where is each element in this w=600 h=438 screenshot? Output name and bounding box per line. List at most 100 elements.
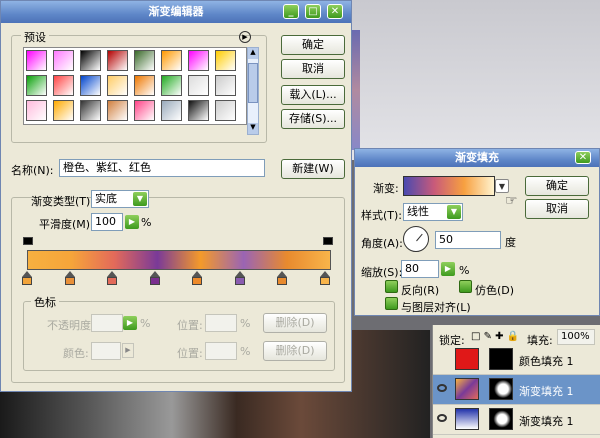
color-location-percent: % bbox=[240, 345, 251, 358]
color-label: 颜色: bbox=[63, 347, 89, 360]
cancel-button[interactable]: 取消 bbox=[281, 59, 345, 79]
scale-field[interactable]: 80 bbox=[401, 260, 439, 278]
style-value: 线性 bbox=[407, 205, 429, 218]
gradient-fill-close-button[interactable]: ✕ bbox=[575, 151, 591, 164]
gradient-dropdown-icon[interactable]: ▼ bbox=[495, 179, 509, 193]
opacity-location-label: 位置: bbox=[177, 319, 203, 332]
preset-swatch[interactable] bbox=[53, 100, 74, 121]
gradient-bar[interactable] bbox=[27, 250, 331, 270]
preset-swatch[interactable] bbox=[26, 50, 47, 71]
dither-label: 仿色(D) bbox=[475, 284, 515, 297]
scroll-up-icon[interactable]: ▲ bbox=[248, 48, 258, 59]
preset-swatch[interactable] bbox=[215, 75, 236, 96]
smoothness-arrow-icon[interactable]: ▶ bbox=[125, 215, 139, 229]
preset-swatch[interactable] bbox=[215, 100, 236, 121]
preset-swatch[interactable] bbox=[188, 100, 209, 121]
gradient-type-value: 实底 bbox=[95, 192, 117, 205]
maximize-button[interactable]: □ bbox=[305, 4, 321, 19]
opacity-field[interactable] bbox=[91, 314, 123, 332]
preset-swatch[interactable] bbox=[161, 75, 182, 96]
presets-label: 预设 bbox=[21, 29, 49, 45]
angle-label: 角度(A): bbox=[361, 237, 403, 250]
preset-swatch[interactable] bbox=[80, 100, 101, 121]
delete-color-stop-button[interactable]: 删除(D) bbox=[263, 341, 327, 361]
gradient-editor-titlebar[interactable]: 渐变编辑器 _ □ ✕ bbox=[1, 1, 351, 23]
scale-arrow-icon[interactable]: ▶ bbox=[441, 262, 455, 276]
gradient-type-select[interactable]: 实底 ▼ bbox=[91, 190, 149, 208]
eye-icon[interactable] bbox=[437, 414, 447, 422]
close-button[interactable]: ✕ bbox=[327, 4, 343, 19]
opacity-label: 不透明度: bbox=[47, 319, 95, 332]
minimize-button[interactable]: _ bbox=[283, 4, 299, 19]
dither-checkbox[interactable] bbox=[459, 280, 472, 293]
canvas-background bbox=[352, 0, 600, 160]
style-select[interactable]: 线性 ▼ bbox=[403, 203, 463, 221]
preset-swatch[interactable] bbox=[53, 50, 74, 71]
layer-row-gradient-fill-1[interactable]: 渐变填充 1 bbox=[433, 375, 600, 405]
scroll-thumb[interactable] bbox=[248, 63, 258, 103]
preset-swatch[interactable] bbox=[188, 75, 209, 96]
ok-button[interactable]: 确定 bbox=[281, 35, 345, 55]
presets-menu-icon[interactable]: ▶ bbox=[239, 31, 251, 43]
layer-thumb bbox=[455, 378, 479, 400]
load-button[interactable]: 载入(L)... bbox=[281, 85, 345, 105]
align-checkbox[interactable] bbox=[385, 297, 398, 310]
smoothness-percent: % bbox=[141, 216, 152, 229]
color-stop-group-label: 色标 bbox=[31, 294, 59, 310]
preset-swatch[interactable] bbox=[188, 50, 209, 71]
lock-icons[interactable]: □ ✎ ✚ 🔒 bbox=[471, 331, 519, 342]
color-location-label: 位置: bbox=[177, 347, 203, 360]
gradient-fill-titlebar[interactable]: 渐变填充 ✕ bbox=[355, 149, 599, 167]
color-arrow-icon[interactable]: ▶ bbox=[122, 343, 134, 358]
scale-percent: % bbox=[459, 264, 470, 277]
preset-swatch[interactable] bbox=[107, 100, 128, 121]
preset-swatch-grid bbox=[23, 47, 247, 125]
layer-thumb bbox=[455, 348, 479, 370]
new-button[interactable]: 新建(W) bbox=[281, 159, 345, 179]
delete-opacity-stop-button[interactable]: 删除(D) bbox=[263, 313, 327, 333]
preset-swatch[interactable] bbox=[134, 50, 155, 71]
preset-swatch[interactable] bbox=[161, 100, 182, 121]
style-label: 样式(T): bbox=[361, 209, 403, 222]
opacity-location-field[interactable] bbox=[205, 314, 237, 332]
fill-ok-button[interactable]: 确定 bbox=[525, 176, 589, 196]
canvas-strip bbox=[352, 30, 360, 150]
layer-mask-thumb bbox=[489, 378, 513, 400]
preset-swatch[interactable] bbox=[26, 75, 47, 96]
fill-field[interactable]: 100% bbox=[557, 329, 595, 345]
preset-swatch[interactable] bbox=[80, 75, 101, 96]
preset-swatch[interactable] bbox=[134, 100, 155, 121]
smoothness-field[interactable]: 100 bbox=[91, 213, 123, 231]
gradient-editor-title: 渐变编辑器 bbox=[148, 5, 204, 18]
save-button[interactable]: 存储(S)... bbox=[281, 109, 345, 129]
preset-swatch[interactable] bbox=[107, 50, 128, 71]
scale-label: 缩放(S): bbox=[361, 266, 403, 279]
color-location-field[interactable] bbox=[205, 342, 237, 360]
preset-swatch[interactable] bbox=[161, 50, 182, 71]
preset-swatch[interactable] bbox=[215, 50, 236, 71]
layer-name: 渐变填充 1 bbox=[519, 415, 574, 428]
angle-dial[interactable] bbox=[403, 226, 429, 252]
layer-row-gradient-fill-2[interactable]: 渐变填充 1 bbox=[433, 405, 600, 435]
fill-cancel-button[interactable]: 取消 bbox=[525, 199, 589, 219]
reverse-checkbox[interactable] bbox=[385, 280, 398, 293]
reverse-label: 反向(R) bbox=[401, 284, 440, 297]
layer-row-color-fill[interactable]: 颜色填充 1 bbox=[433, 345, 600, 375]
color-field[interactable] bbox=[91, 342, 121, 360]
chevron-down-icon[interactable]: ▼ bbox=[133, 192, 147, 206]
name-field[interactable]: 橙色、紫红、红色 bbox=[59, 159, 265, 177]
gradient-preview[interactable] bbox=[403, 176, 495, 196]
preset-swatch[interactable] bbox=[80, 50, 101, 71]
style-chevron-icon[interactable]: ▼ bbox=[447, 205, 461, 219]
presets-scrollbar[interactable]: ▲ ▼ bbox=[247, 47, 259, 135]
scroll-down-icon[interactable]: ▼ bbox=[248, 123, 258, 134]
preset-swatch[interactable] bbox=[134, 75, 155, 96]
preset-swatch[interactable] bbox=[53, 75, 74, 96]
opacity-arrow-icon[interactable]: ▶ bbox=[123, 316, 137, 330]
angle-field[interactable]: 50 bbox=[435, 231, 501, 249]
preset-swatch[interactable] bbox=[26, 100, 47, 121]
preset-swatch[interactable] bbox=[107, 75, 128, 96]
eye-icon[interactable] bbox=[437, 384, 447, 392]
layer-name: 颜色填充 1 bbox=[519, 355, 574, 368]
angle-unit: 度 bbox=[505, 236, 516, 249]
